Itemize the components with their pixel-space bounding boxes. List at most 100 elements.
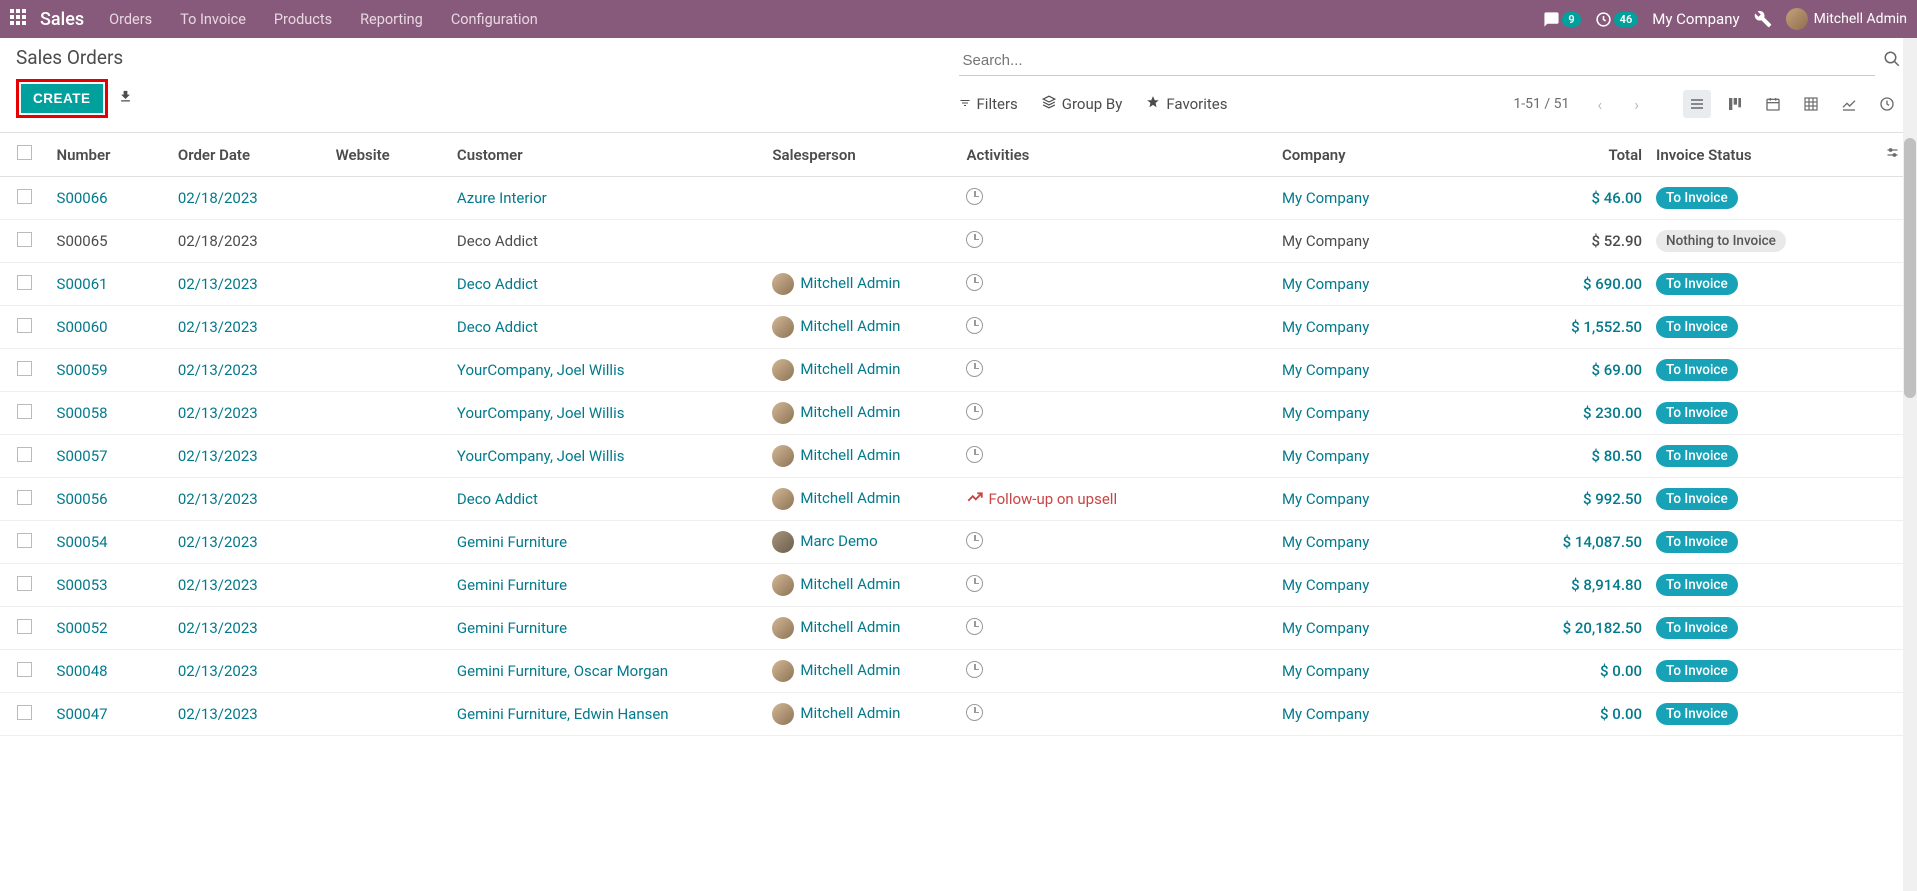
col-customer[interactable]: Customer bbox=[449, 133, 764, 177]
row-checkbox[interactable] bbox=[17, 705, 32, 720]
activity-clock-icon[interactable] bbox=[966, 618, 983, 635]
table-row[interactable]: S0005302/13/2023Gemini FurnitureMitchell… bbox=[0, 564, 1917, 607]
scrollbar[interactable] bbox=[1903, 38, 1917, 891]
activity-clock-icon[interactable] bbox=[966, 403, 983, 420]
company-name[interactable]: My Company bbox=[1282, 533, 1369, 551]
list-view-icon[interactable] bbox=[1683, 90, 1711, 118]
customer-name[interactable]: Deco Addict bbox=[457, 232, 538, 250]
nav-to-invoice[interactable]: To Invoice bbox=[180, 11, 246, 28]
table-row[interactable]: S0005202/13/2023Gemini FurnitureMitchell… bbox=[0, 607, 1917, 650]
discuss-button[interactable]: 9 bbox=[1543, 11, 1580, 28]
company-selector[interactable]: My Company bbox=[1652, 10, 1739, 28]
customer-name[interactable]: Gemini Furniture, Edwin Hansen bbox=[457, 705, 669, 723]
customer-name[interactable]: Deco Addict bbox=[457, 275, 538, 293]
activity-clock-icon[interactable] bbox=[966, 360, 983, 377]
activity-followup[interactable]: Follow-up on upsell bbox=[966, 488, 1117, 510]
pager-next-icon[interactable]: › bbox=[1630, 95, 1643, 114]
order-number[interactable]: S00054 bbox=[57, 533, 108, 551]
pivot-view-icon[interactable] bbox=[1797, 90, 1825, 118]
kanban-view-icon[interactable] bbox=[1721, 90, 1749, 118]
graph-view-icon[interactable] bbox=[1835, 90, 1863, 118]
nav-orders[interactable]: Orders bbox=[109, 11, 152, 28]
company-name[interactable]: My Company bbox=[1282, 318, 1369, 336]
customer-name[interactable]: YourCompany, Joel Willis bbox=[457, 447, 625, 465]
order-number[interactable]: S00047 bbox=[57, 705, 108, 723]
activity-clock-icon[interactable] bbox=[966, 446, 983, 463]
nav-reporting[interactable]: Reporting bbox=[360, 11, 423, 28]
activity-clock-icon[interactable] bbox=[966, 575, 983, 592]
pager-prev-icon[interactable]: ‹ bbox=[1593, 95, 1606, 114]
row-checkbox[interactable] bbox=[17, 232, 32, 247]
col-status[interactable]: Invoice Status bbox=[1650, 133, 1868, 177]
company-name[interactable]: My Company bbox=[1282, 361, 1369, 379]
company-name[interactable]: My Company bbox=[1282, 189, 1369, 207]
customer-name[interactable]: Deco Addict bbox=[457, 318, 538, 336]
table-row[interactable]: S0005402/13/2023Gemini FurnitureMarc Dem… bbox=[0, 521, 1917, 564]
table-row[interactable]: S0005702/13/2023YourCompany, Joel Willis… bbox=[0, 435, 1917, 478]
order-number[interactable]: S00048 bbox=[57, 662, 108, 680]
col-salesperson[interactable]: Salesperson bbox=[764, 133, 958, 177]
table-row[interactable]: S0006102/13/2023Deco AddictMitchell Admi… bbox=[0, 263, 1917, 306]
row-checkbox[interactable] bbox=[17, 619, 32, 634]
activity-clock-icon[interactable] bbox=[966, 532, 983, 549]
favorites-button[interactable]: Favorites bbox=[1146, 95, 1227, 113]
customer-name[interactable]: YourCompany, Joel Willis bbox=[457, 361, 625, 379]
order-number[interactable]: S00060 bbox=[57, 318, 108, 336]
col-website[interactable]: Website bbox=[328, 133, 449, 177]
row-checkbox[interactable] bbox=[17, 275, 32, 290]
order-number[interactable]: S00058 bbox=[57, 404, 108, 422]
user-menu[interactable]: Mitchell Admin bbox=[1786, 8, 1907, 30]
nav-configuration[interactable]: Configuration bbox=[451, 11, 538, 28]
activity-clock-icon[interactable] bbox=[966, 231, 983, 248]
col-company[interactable]: Company bbox=[1274, 133, 1492, 177]
col-number[interactable]: Number bbox=[49, 133, 170, 177]
table-row[interactable]: S0004702/13/2023Gemini Furniture, Edwin … bbox=[0, 693, 1917, 736]
order-number[interactable]: S00052 bbox=[57, 619, 108, 637]
order-number[interactable]: S00061 bbox=[57, 275, 108, 293]
company-name[interactable]: My Company bbox=[1282, 662, 1369, 680]
order-number[interactable]: S00057 bbox=[57, 447, 108, 465]
search-icon[interactable] bbox=[1883, 50, 1901, 72]
row-checkbox[interactable] bbox=[17, 662, 32, 677]
columns-options-icon[interactable] bbox=[1885, 146, 1900, 164]
table-row[interactable]: S0005602/13/2023Deco AddictMitchell Admi… bbox=[0, 478, 1917, 521]
customer-name[interactable]: Deco Addict bbox=[457, 490, 538, 508]
search-input[interactable] bbox=[959, 46, 1876, 76]
salesperson-name[interactable]: Mitchell Admin bbox=[800, 403, 900, 421]
order-number[interactable]: S00053 bbox=[57, 576, 108, 594]
table-row[interactable]: S0006602/18/2023Azure InteriorMy Company… bbox=[0, 177, 1917, 220]
company-name[interactable]: My Company bbox=[1282, 576, 1369, 594]
row-checkbox[interactable] bbox=[17, 404, 32, 419]
order-number[interactable]: S00066 bbox=[57, 189, 108, 207]
brand-title[interactable]: Sales bbox=[40, 9, 84, 30]
table-row[interactable]: S0006002/13/2023Deco AddictMitchell Admi… bbox=[0, 306, 1917, 349]
row-checkbox[interactable] bbox=[17, 576, 32, 591]
row-checkbox[interactable] bbox=[17, 318, 32, 333]
scrollbar-thumb[interactable] bbox=[1904, 138, 1916, 398]
groupby-button[interactable]: Group By bbox=[1042, 95, 1123, 113]
salesperson-name[interactable]: Mitchell Admin bbox=[800, 360, 900, 378]
customer-name[interactable]: Gemini Furniture bbox=[457, 576, 567, 594]
salesperson-name[interactable]: Mitchell Admin bbox=[800, 446, 900, 464]
pager-text[interactable]: 1-51 / 51 bbox=[1513, 96, 1569, 112]
table-row[interactable]: S0004802/13/2023Gemini Furniture, Oscar … bbox=[0, 650, 1917, 693]
col-total[interactable]: Total bbox=[1492, 133, 1650, 177]
debug-icon[interactable] bbox=[1754, 10, 1772, 28]
salesperson-name[interactable]: Mitchell Admin bbox=[800, 618, 900, 636]
row-checkbox[interactable] bbox=[17, 361, 32, 376]
customer-name[interactable]: Gemini Furniture bbox=[457, 533, 567, 551]
order-number[interactable]: S00056 bbox=[57, 490, 108, 508]
company-name[interactable]: My Company bbox=[1282, 619, 1369, 637]
download-icon[interactable] bbox=[118, 89, 133, 108]
row-checkbox[interactable] bbox=[17, 533, 32, 548]
apps-icon[interactable] bbox=[10, 9, 30, 29]
order-number[interactable]: S00065 bbox=[57, 232, 108, 250]
customer-name[interactable]: Gemini Furniture, Oscar Morgan bbox=[457, 662, 668, 680]
activities-button[interactable]: 46 bbox=[1595, 11, 1639, 28]
order-number[interactable]: S00059 bbox=[57, 361, 108, 379]
activity-clock-icon[interactable] bbox=[966, 704, 983, 721]
nav-products[interactable]: Products bbox=[274, 11, 332, 28]
company-name[interactable]: My Company bbox=[1282, 232, 1369, 250]
table-row[interactable]: S0006502/18/2023Deco AddictMy Company$ 5… bbox=[0, 220, 1917, 263]
customer-name[interactable]: Gemini Furniture bbox=[457, 619, 567, 637]
